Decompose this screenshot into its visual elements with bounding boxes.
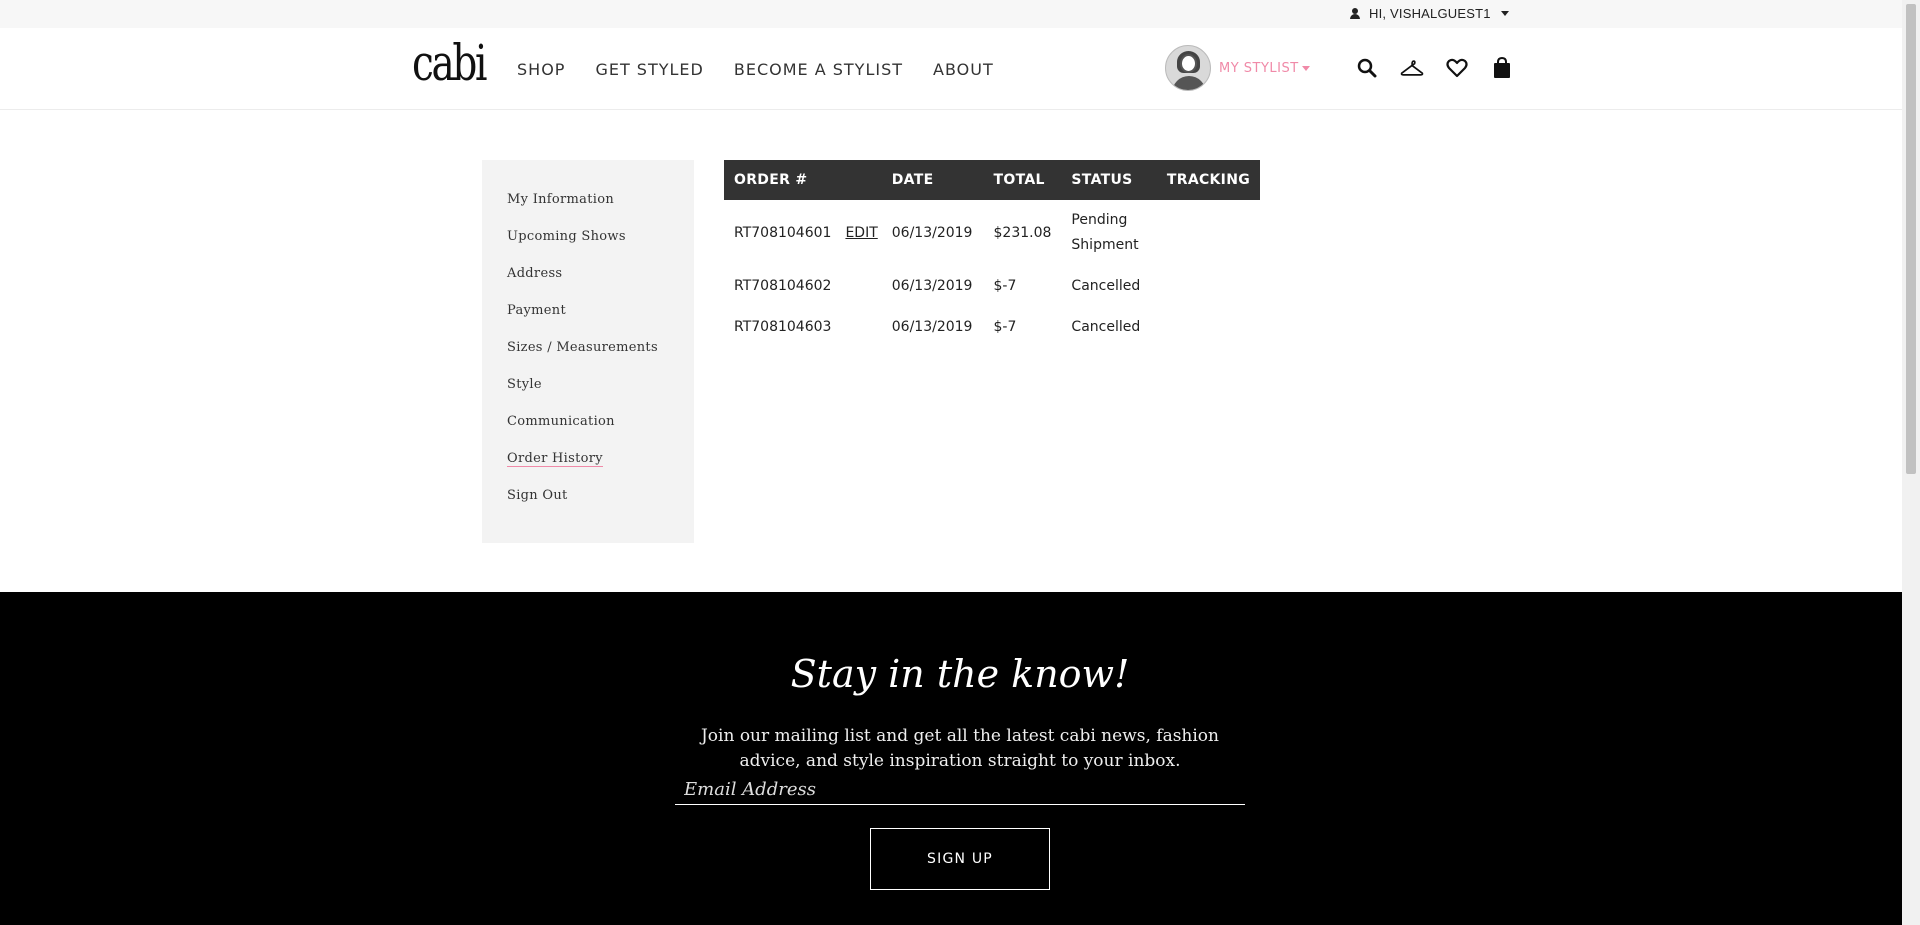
account-sidebar: My Information Upcoming Shows Address Pa… [482, 160, 694, 543]
main-nav: SHOP GET STYLED BECOME A STYLIST ABOUT [517, 60, 1024, 79]
my-stylist-label: MY STYLIST [1219, 60, 1299, 76]
header-icons [1355, 56, 1535, 80]
order-total: $-7 [993, 319, 1017, 335]
column-header-tracking: TRACKING [1156, 160, 1260, 200]
table-row: RT708104603 06/13/2019 $-7 Cancelled [724, 307, 1260, 348]
order-date: 06/13/2019 [891, 278, 973, 294]
column-header-total: TOTAL [983, 160, 1062, 200]
nav-shop[interactable]: SHOP [517, 60, 565, 79]
column-header-status: STATUS [1061, 160, 1157, 200]
newsletter-text: Join our mailing list and get all the la… [700, 726, 1219, 771]
order-status: Cancelled [1071, 278, 1141, 294]
order-total: $-7 [993, 278, 1017, 294]
site-header: cabi SHOP GET STYLED BECOME A STYLIST AB… [0, 28, 1902, 110]
nav-become-a-stylist[interactable]: BECOME A STYLIST [734, 60, 903, 79]
user-icon [1350, 8, 1360, 19]
sidebar-item-upcoming-shows[interactable]: Upcoming Shows [507, 225, 694, 262]
order-date: 06/13/2019 [891, 319, 973, 335]
utility-bar: HI, VISHALGUEST1 [0, 0, 1902, 28]
chevron-down-icon [1500, 11, 1509, 16]
my-stylist-menu[interactable]: MY STYLIST [1165, 45, 1310, 91]
sidebar-item-style[interactable]: Style [507, 373, 694, 410]
order-number: RT708104601 [734, 224, 832, 241]
sidebar-item-sizes-measurements[interactable]: Sizes / Measurements [507, 336, 694, 373]
sidebar-item-my-information[interactable]: My Information [507, 188, 694, 225]
sidebar-item-communication[interactable]: Communication [507, 410, 694, 447]
nav-get-styled[interactable]: GET STYLED [595, 60, 703, 79]
chevron-down-icon [1301, 65, 1310, 71]
shopping-bag-icon[interactable] [1490, 56, 1514, 80]
email-input[interactable] [675, 775, 1245, 805]
order-total: $231.08 [993, 224, 1052, 241]
column-header-date: DATE [881, 160, 984, 200]
order-tracking [1157, 307, 1260, 348]
table-row: RT708104601 EDIT 06/13/2019 $231.08 Pend… [724, 200, 1260, 266]
edit-order-link[interactable]: EDIT [845, 225, 877, 241]
newsletter-heading: Stay in the know! [790, 652, 1130, 696]
hanger-icon[interactable] [1400, 56, 1424, 80]
order-history-table: ORDER # DATE TOTAL STATUS TRACKING RT708… [724, 160, 1260, 348]
order-tracking [1157, 200, 1260, 266]
order-tracking [1157, 266, 1260, 307]
newsletter-footer: Stay in the know! Join our mailing list … [0, 592, 1902, 925]
stylist-avatar [1165, 45, 1211, 91]
sidebar-item-address[interactable]: Address [507, 262, 694, 299]
user-account-menu[interactable]: HI, VISHALGUEST1 [1350, 6, 1509, 21]
column-header-order: ORDER # [724, 160, 842, 200]
page-scrollbar[interactable] [1902, 0, 1920, 925]
heart-icon[interactable] [1445, 56, 1469, 80]
order-status: Cancelled [1071, 319, 1141, 335]
order-date: 06/13/2019 [891, 224, 973, 241]
cabi-logo[interactable]: cabi [412, 34, 488, 92]
search-icon[interactable] [1355, 56, 1379, 80]
table-row: RT708104602 06/13/2019 $-7 Cancelled [724, 266, 1260, 307]
scrollbar-thumb[interactable] [1906, 4, 1916, 474]
sidebar-item-sign-out[interactable]: Sign Out [507, 484, 694, 521]
user-greeting: HI, VISHALGUEST1 [1369, 6, 1491, 21]
order-number: RT708104602 [734, 278, 832, 294]
order-number: RT708104603 [734, 319, 832, 335]
order-status: Pending Shipment [1071, 212, 1139, 253]
sidebar-item-order-history[interactable]: Order History [507, 447, 694, 484]
sidebar-item-payment[interactable]: Payment [507, 299, 694, 336]
table-header-row: ORDER # DATE TOTAL STATUS TRACKING [724, 160, 1260, 200]
nav-about[interactable]: ABOUT [933, 60, 994, 79]
sign-up-button[interactable]: SIGN UP [870, 828, 1050, 890]
